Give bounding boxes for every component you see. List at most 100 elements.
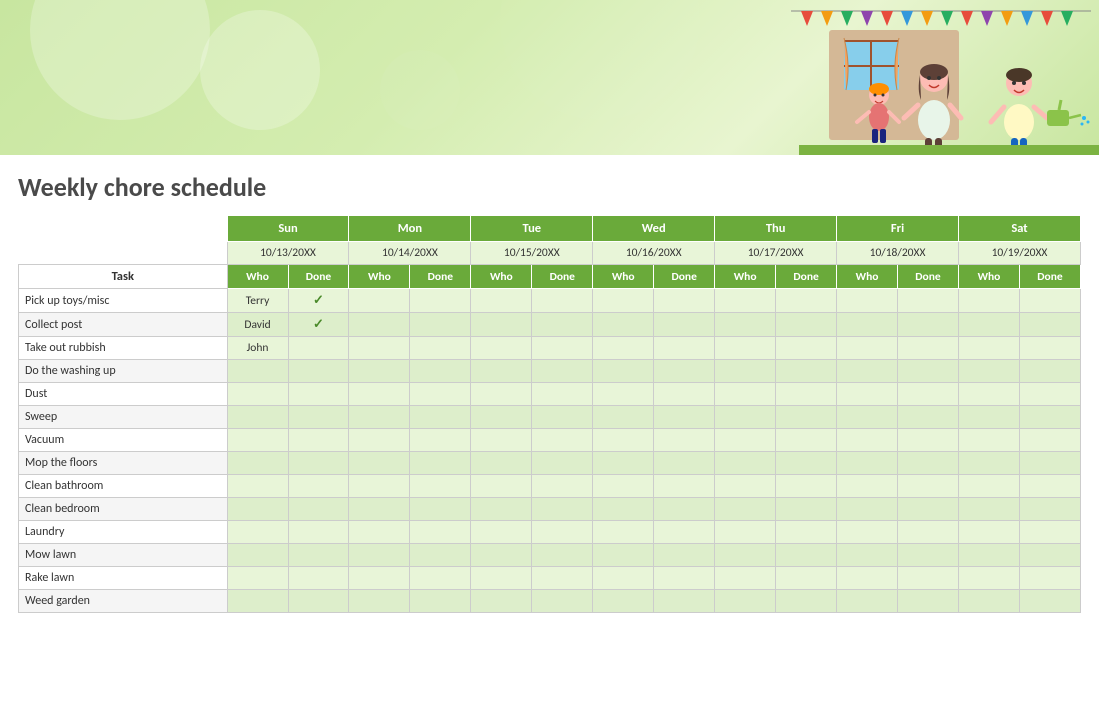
sat-done-cell[interactable] — [1019, 521, 1080, 544]
sat-who-cell[interactable] — [958, 313, 1019, 337]
fri-done-cell[interactable] — [898, 544, 959, 567]
thu-done-cell[interactable] — [776, 429, 837, 452]
wed-who-cell[interactable] — [593, 452, 654, 475]
tue-who-cell[interactable] — [471, 521, 532, 544]
tue-who-cell[interactable] — [471, 383, 532, 406]
wed-done-cell[interactable] — [654, 567, 715, 590]
fri-done-cell[interactable] — [898, 475, 959, 498]
fri-who-cell[interactable] — [837, 475, 898, 498]
mon-done-cell[interactable] — [410, 567, 471, 590]
wed-who-cell[interactable] — [593, 498, 654, 521]
sat-who-cell[interactable] — [958, 289, 1019, 313]
thu-who-cell[interactable] — [715, 475, 776, 498]
sun-who-cell[interactable] — [227, 498, 288, 521]
sun-who-cell[interactable] — [227, 475, 288, 498]
mon-done-cell[interactable] — [410, 383, 471, 406]
sat-done-cell[interactable] — [1019, 590, 1080, 613]
mon-who-cell[interactable] — [349, 383, 410, 406]
wed-who-cell[interactable] — [593, 360, 654, 383]
wed-who-cell[interactable] — [593, 406, 654, 429]
sun-done-cell[interactable] — [288, 590, 349, 613]
thu-done-cell[interactable] — [776, 289, 837, 313]
sat-who-cell[interactable] — [958, 567, 1019, 590]
tue-done-cell[interactable] — [532, 544, 593, 567]
sun-done-cell[interactable] — [288, 429, 349, 452]
sat-who-cell[interactable] — [958, 544, 1019, 567]
wed-done-cell[interactable] — [654, 313, 715, 337]
fri-who-cell[interactable] — [837, 383, 898, 406]
fri-who-cell[interactable] — [837, 452, 898, 475]
mon-done-cell[interactable] — [410, 475, 471, 498]
fri-done-cell[interactable] — [898, 360, 959, 383]
sun-who-cell[interactable] — [227, 452, 288, 475]
thu-who-cell[interactable] — [715, 590, 776, 613]
tue-who-cell[interactable] — [471, 544, 532, 567]
wed-done-cell[interactable] — [654, 475, 715, 498]
wed-done-cell[interactable] — [654, 337, 715, 360]
sun-who-cell[interactable]: John — [227, 337, 288, 360]
mon-who-cell[interactable] — [349, 567, 410, 590]
sun-done-cell[interactable] — [288, 498, 349, 521]
sun-who-cell[interactable] — [227, 567, 288, 590]
wed-who-cell[interactable] — [593, 429, 654, 452]
fri-who-cell[interactable] — [837, 521, 898, 544]
thu-who-cell[interactable] — [715, 544, 776, 567]
mon-who-cell[interactable] — [349, 406, 410, 429]
tue-who-cell[interactable] — [471, 313, 532, 337]
thu-done-cell[interactable] — [776, 360, 837, 383]
sat-done-cell[interactable] — [1019, 337, 1080, 360]
tue-done-cell[interactable] — [532, 567, 593, 590]
thu-done-cell[interactable] — [776, 406, 837, 429]
sat-who-cell[interactable] — [958, 429, 1019, 452]
sun-done-cell[interactable] — [288, 452, 349, 475]
wed-who-cell[interactable] — [593, 521, 654, 544]
fri-done-cell[interactable] — [898, 289, 959, 313]
sat-done-cell[interactable] — [1019, 475, 1080, 498]
tue-who-cell[interactable] — [471, 406, 532, 429]
mon-who-cell[interactable] — [349, 360, 410, 383]
tue-who-cell[interactable] — [471, 289, 532, 313]
wed-who-cell[interactable] — [593, 313, 654, 337]
mon-who-cell[interactable] — [349, 452, 410, 475]
sat-done-cell[interactable] — [1019, 544, 1080, 567]
sat-who-cell[interactable] — [958, 406, 1019, 429]
sun-who-cell[interactable] — [227, 429, 288, 452]
sat-who-cell[interactable] — [958, 590, 1019, 613]
thu-done-cell[interactable] — [776, 383, 837, 406]
fri-who-cell[interactable] — [837, 590, 898, 613]
thu-done-cell[interactable] — [776, 498, 837, 521]
sun-done-cell[interactable] — [288, 383, 349, 406]
thu-who-cell[interactable] — [715, 452, 776, 475]
sat-done-cell[interactable] — [1019, 360, 1080, 383]
thu-who-cell[interactable] — [715, 429, 776, 452]
tue-who-cell[interactable] — [471, 475, 532, 498]
mon-done-cell[interactable] — [410, 429, 471, 452]
sun-who-cell[interactable] — [227, 544, 288, 567]
thu-who-cell[interactable] — [715, 406, 776, 429]
mon-done-cell[interactable] — [410, 313, 471, 337]
wed-done-cell[interactable] — [654, 452, 715, 475]
tue-who-cell[interactable] — [471, 590, 532, 613]
tue-who-cell[interactable] — [471, 452, 532, 475]
mon-who-cell[interactable] — [349, 429, 410, 452]
tue-done-cell[interactable] — [532, 360, 593, 383]
tue-done-cell[interactable] — [532, 475, 593, 498]
tue-done-cell[interactable] — [532, 289, 593, 313]
thu-done-cell[interactable] — [776, 544, 837, 567]
wed-who-cell[interactable] — [593, 475, 654, 498]
fri-who-cell[interactable] — [837, 406, 898, 429]
mon-done-cell[interactable] — [410, 406, 471, 429]
mon-done-cell[interactable] — [410, 360, 471, 383]
sat-who-cell[interactable] — [958, 498, 1019, 521]
fri-done-cell[interactable] — [898, 383, 959, 406]
sat-who-cell[interactable] — [958, 521, 1019, 544]
fri-who-cell[interactable] — [837, 313, 898, 337]
mon-done-cell[interactable] — [410, 337, 471, 360]
tue-done-cell[interactable] — [532, 313, 593, 337]
sun-who-cell[interactable] — [227, 521, 288, 544]
fri-who-cell[interactable] — [837, 289, 898, 313]
mon-who-cell[interactable] — [349, 289, 410, 313]
thu-done-cell[interactable] — [776, 521, 837, 544]
sun-done-cell[interactable]: ✓ — [288, 313, 349, 337]
mon-done-cell[interactable] — [410, 521, 471, 544]
